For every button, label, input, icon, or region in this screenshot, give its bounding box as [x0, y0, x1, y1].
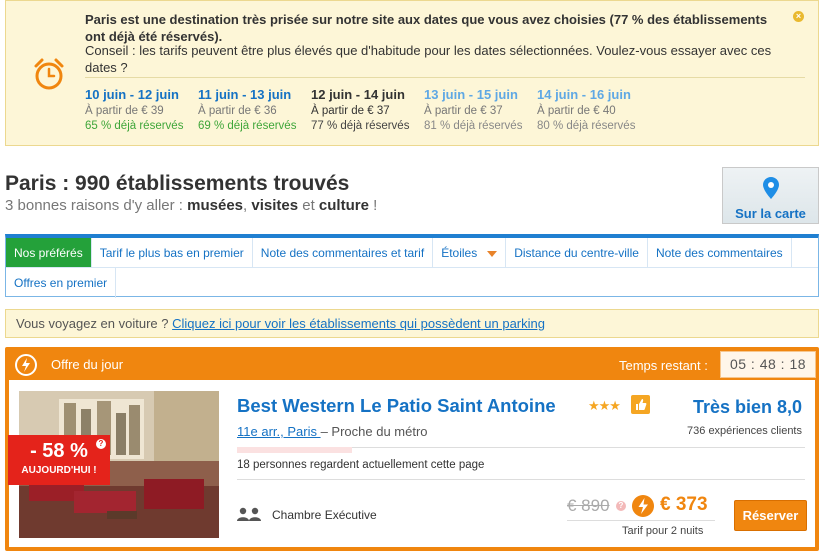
- urgency-tag: [237, 447, 352, 453]
- map-button[interactable]: Sur la carte: [722, 167, 819, 224]
- date-booked: 81 % déjà réservés: [424, 120, 523, 132]
- alert-tip: Conseil : les tarifs peuvent être plus é…: [85, 43, 772, 75]
- location-detail: – Proche du métro: [320, 424, 428, 439]
- date-booked: 77 % déjà réservés: [311, 120, 410, 132]
- date-price: À partir de € 37: [311, 105, 390, 117]
- date-booked: 65 % déjà réservés: [85, 120, 184, 132]
- reasons-separator: et: [298, 197, 319, 214]
- sort-stars[interactable]: Étoiles: [433, 238, 507, 267]
- popularity-alert: × Paris est une destination très prisée …: [5, 0, 819, 146]
- sort-review-score[interactable]: Note des commentaires: [648, 238, 792, 267]
- book-button[interactable]: Réserver: [734, 500, 807, 531]
- lightning-icon: [632, 495, 654, 517]
- sort-lowest-price[interactable]: Tarif le plus bas en premier: [92, 238, 253, 267]
- lightning-icon: [15, 354, 37, 376]
- room-type: Chambre Exécutive: [272, 508, 377, 522]
- date-range: 12 juin - 14 juin: [311, 87, 405, 102]
- date-booked: 69 % déjà réservés: [198, 120, 297, 132]
- discount-percent: - 58 %: [30, 440, 88, 462]
- results-reasons: 3 bonnes raisons d'y aller : musées, vis…: [5, 197, 377, 214]
- divider: [237, 479, 805, 480]
- date-price: À partir de € 40: [537, 105, 616, 117]
- reasons-prefix: 3 bonnes raisons d'y aller :: [5, 197, 188, 214]
- date-range[interactable]: 14 juin - 16 juin: [537, 87, 650, 102]
- alternative-dates: 10 juin - 12 juin À partir de € 39 65 % …: [85, 77, 805, 134]
- thumbs-up-icon: [631, 395, 650, 414]
- reasons-suffix: !: [368, 197, 378, 214]
- date-option[interactable]: 13 juin - 15 juin À partir de € 37 81 % …: [424, 78, 537, 134]
- sort-bar: Nos préférés Tarif le plus bas en premie…: [5, 234, 819, 298]
- deal-title: Offre du jour: [51, 357, 124, 372]
- date-range[interactable]: 10 juin - 12 juin: [85, 87, 198, 102]
- alarm-clock-icon: [34, 58, 64, 90]
- date-option[interactable]: 11 juin - 13 juin À partir de € 36 69 % …: [198, 78, 311, 134]
- reason-museums: musées: [187, 197, 244, 214]
- sort-distance[interactable]: Distance du centre-ville: [506, 238, 648, 267]
- close-icon[interactable]: ×: [793, 11, 804, 22]
- deal-of-the-day-card: Offre du jour Temps restant : 05 : 48 : …: [5, 347, 819, 551]
- date-price: À partir de € 36: [198, 105, 277, 117]
- sort-row: Offres en premier: [6, 268, 818, 298]
- date-option-selected: 12 juin - 14 juin À partir de € 37 77 % …: [311, 78, 424, 134]
- parking-banner: Vous voyagez en voiture ? Cliquez ici po…: [5, 309, 819, 338]
- original-price: € 890: [567, 496, 610, 515]
- info-icon[interactable]: ?: [96, 439, 106, 449]
- divider: [567, 520, 715, 521]
- sort-stars-label[interactable]: Étoiles: [441, 246, 477, 260]
- date-range[interactable]: 13 juin - 15 juin: [424, 87, 537, 102]
- date-booked: 80 % déjà réservés: [537, 120, 636, 132]
- viewers-count: 18 personnes regardent actuellement cett…: [237, 459, 485, 471]
- hotel-location: 11e arr., Paris – Proche du métro: [237, 424, 428, 439]
- price-note: Tarif pour 2 nuits: [622, 525, 704, 537]
- sort-deals-first[interactable]: Offres en premier: [6, 268, 117, 298]
- reason-culture: culture: [318, 197, 369, 214]
- reason-visits: visites: [251, 197, 299, 214]
- map-label[interactable]: Sur la carte: [723, 206, 818, 221]
- sort-our-favorites[interactable]: Nos préférés: [6, 238, 92, 267]
- parking-link[interactable]: Cliquez ici pour voir les établissements…: [172, 316, 545, 331]
- star-rating: ★★★: [588, 398, 621, 413]
- sort-row: Nos préférés Tarif le plus bas en premie…: [6, 238, 818, 268]
- info-icon[interactable]: ?: [616, 501, 626, 511]
- deal-body: ? - 58 % AUJOURD'HUI ! Best Western Le P…: [8, 380, 815, 547]
- date-option[interactable]: 10 juin - 12 juin À partir de € 39 65 % …: [85, 78, 198, 134]
- date-range[interactable]: 11 juin - 13 juin: [198, 87, 311, 102]
- chevron-down-icon[interactable]: [487, 250, 498, 257]
- date-price: À partir de € 39: [85, 105, 164, 117]
- discount-label: AUJOURD'HUI !: [21, 465, 97, 476]
- discount-badge: ? - 58 % AUJOURD'HUI !: [8, 435, 110, 485]
- sort-rating-and-price[interactable]: Note des commentaires et tarif: [253, 238, 434, 267]
- page-title: Paris : 990 établissements trouvés: [5, 172, 350, 195]
- countdown-timer: 05 : 48 : 18: [720, 351, 816, 378]
- parking-prefix: Vous voyagez en voiture ?: [16, 316, 173, 331]
- alert-title: Paris est une destination très prisée su…: [85, 12, 768, 44]
- deal-price: € 373: [660, 494, 708, 515]
- review-count[interactable]: 736 expériences clients: [687, 425, 802, 437]
- district-link[interactable]: 11e arr., Paris: [237, 424, 321, 439]
- date-option[interactable]: 14 juin - 16 juin À partir de € 40 80 % …: [537, 78, 650, 134]
- guests-icon: [237, 507, 261, 521]
- hotel-name-link[interactable]: Best Western Le Patio Saint Antoine: [237, 395, 556, 417]
- date-price: À partir de € 37: [424, 105, 503, 117]
- time-remaining-label: Temps restant :: [619, 358, 708, 373]
- map-pin-icon: [763, 177, 779, 199]
- review-rating[interactable]: Très bien 8,0: [693, 397, 802, 418]
